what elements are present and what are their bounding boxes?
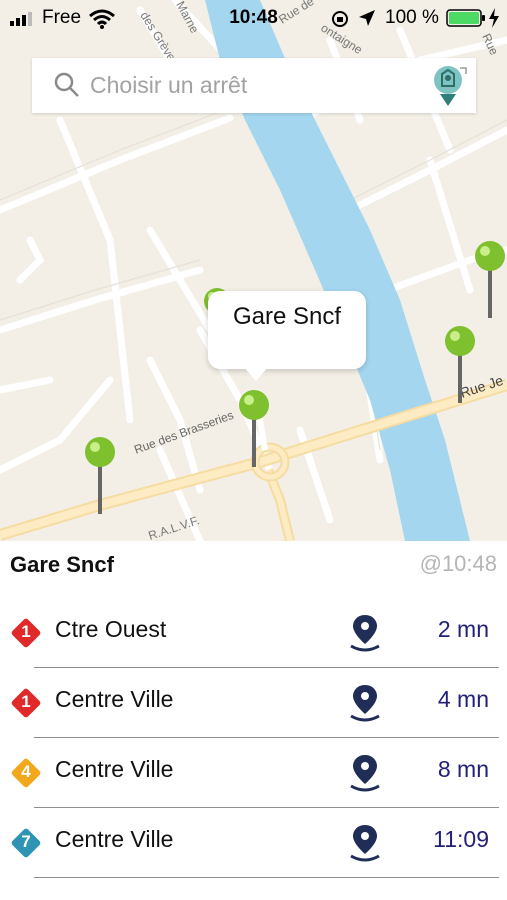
last-update-time: @10:48 <box>419 551 497 576</box>
map-pin-icon[interactable] <box>346 612 384 654</box>
stop-pin-selected[interactable] <box>238 389 270 469</box>
row-divider <box>34 877 499 878</box>
map-pin-icon[interactable] <box>346 752 384 794</box>
destination-label: Centre Ville <box>55 686 174 712</box>
stop-callout[interactable]: Gare Sncf <box>208 291 366 381</box>
departure-row[interactable]: 7 Centre Ville 11:09 <box>0 808 507 878</box>
stop-pin[interactable] <box>444 325 476 405</box>
callout-tail <box>244 367 268 381</box>
map-pin-icon[interactable] <box>346 822 384 864</box>
departure-row[interactable]: 4 Centre Ville 8 mn <box>0 738 507 808</box>
battery-percent: 100 % <box>385 7 439 28</box>
charging-icon <box>489 8 499 28</box>
destination-label: Centre Ville <box>55 756 174 782</box>
rotation-lock-icon <box>332 11 348 27</box>
location-arrow-icon <box>359 10 375 26</box>
eta-label: 4 mn <box>437 686 489 712</box>
map-pin-icon[interactable] <box>346 682 384 724</box>
destination-label: Ctre Ouest <box>55 616 167 642</box>
status-bar: Free 10:48 100 % <box>0 0 507 36</box>
line-badge-icon <box>11 688 41 718</box>
departure-row[interactable]: 1 Centre Ville 4 mn <box>0 668 507 738</box>
line-badge-icon <box>11 618 41 648</box>
stop-pin[interactable] <box>84 436 116 516</box>
departures-panel: Gare Sncf @10:48 1 Ctre Ouest 2 mn 1 Cen… <box>0 541 507 900</box>
destination-label: Centre Ville <box>55 826 174 852</box>
eta-label: 2 mn <box>437 616 489 642</box>
line-badge-icon <box>11 828 41 858</box>
callout-title: Gare Sncf <box>232 303 342 330</box>
stop-title: Gare Sncf <box>10 552 114 577</box>
departure-row[interactable]: 1 Ctre Ouest 2 mn <box>0 598 507 668</box>
stop-search-input[interactable] <box>90 66 410 104</box>
locate-me-icon[interactable] <box>430 64 468 108</box>
eta-label: 8 mn <box>437 756 489 782</box>
stop-search-bar[interactable] <box>32 58 476 113</box>
line-badge-icon <box>11 758 41 788</box>
eta-label: 11:09 <box>433 826 489 852</box>
battery-icon <box>446 9 485 27</box>
search-icon <box>54 72 79 97</box>
stop-pin[interactable] <box>474 240 506 320</box>
